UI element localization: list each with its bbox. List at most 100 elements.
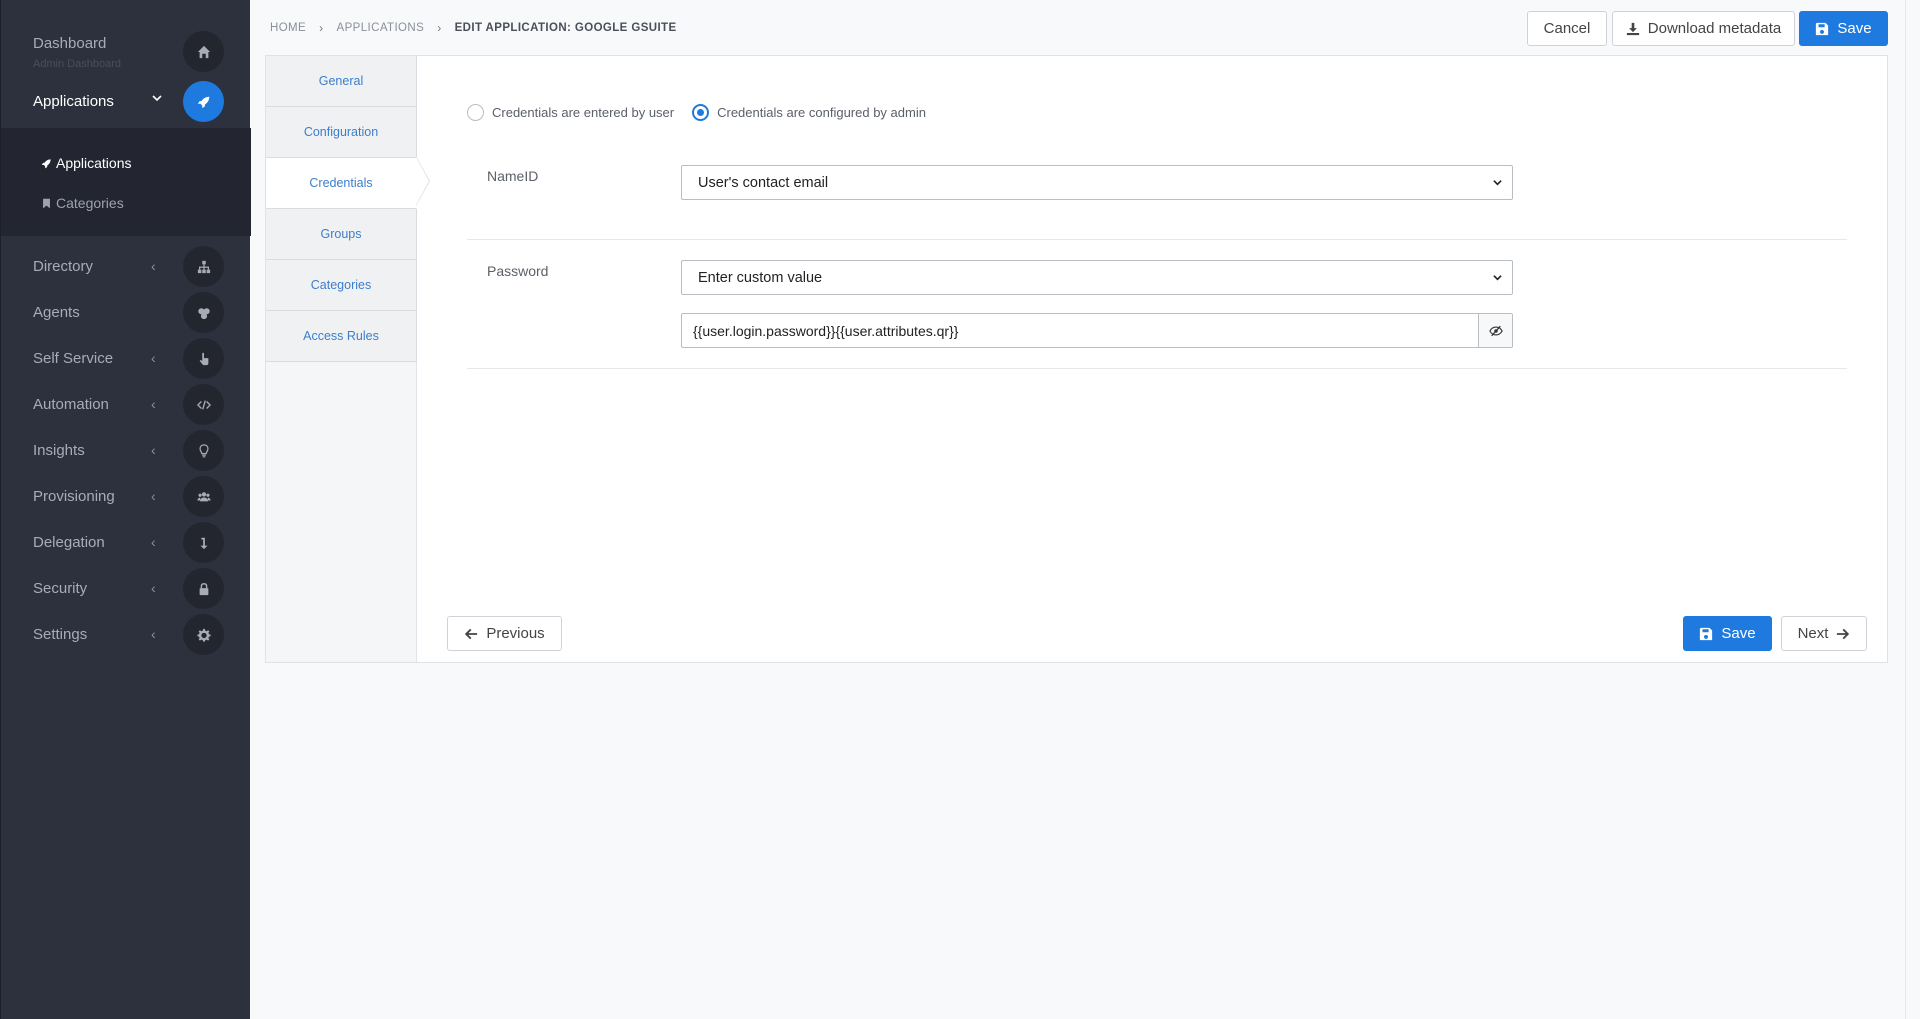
- save-button-label: Save: [1837, 20, 1872, 37]
- radio-button-checked[interactable]: [692, 104, 710, 121]
- previous-button-label: Previous: [486, 625, 545, 642]
- sidebar-item-insights[interactable]: Insights ‹: [1, 428, 251, 474]
- next-button[interactable]: Next: [1781, 616, 1867, 651]
- chevron-left-icon: ‹: [151, 488, 156, 504]
- section-divider: [467, 239, 1847, 240]
- sidebar: Dashboard Admin Dashboard Applications A…: [0, 0, 251, 1019]
- chevron-left-icon: ‹: [151, 626, 156, 642]
- sidebar-item-delegation[interactable]: Delegation ‹: [1, 520, 251, 566]
- nameid-label: NameID: [487, 168, 539, 184]
- floppy-disk-icon: [1700, 627, 1713, 640]
- breadcrumb-applications[interactable]: APPLICATIONS: [337, 22, 425, 34]
- breadcrumb: HOME › APPLICATIONS › EDIT APPLICATION: …: [270, 21, 677, 35]
- sidebar-item-label: Directory: [33, 258, 94, 275]
- lock-icon: [183, 568, 224, 609]
- floppy-disk-icon: [1816, 22, 1829, 35]
- sidebar-item-label: Security: [33, 580, 88, 597]
- chevron-left-icon: ‹: [151, 580, 156, 596]
- submenu-item-applications[interactable]: Applications: [41, 155, 132, 171]
- sidebar-item-self-service[interactable]: Self Service ‹: [1, 336, 251, 382]
- radio-entered-by-user[interactable]: Credentials are entered by user: [467, 104, 674, 121]
- cancel-button[interactable]: Cancel: [1527, 11, 1607, 46]
- tab-credentials[interactable]: Credentials: [266, 158, 417, 209]
- sidebar-item-settings[interactable]: Settings ‹: [1, 612, 251, 658]
- password-value-input[interactable]: {{user.login.password}}{{user.attributes…: [681, 313, 1513, 348]
- save-button-top[interactable]: Save: [1799, 11, 1888, 46]
- sidebar-item-label: Agents: [33, 304, 80, 321]
- radio-configured-by-admin[interactable]: Credentials are configured by admin: [692, 104, 926, 121]
- tab-general[interactable]: General: [266, 56, 417, 107]
- previous-button[interactable]: Previous: [447, 616, 562, 651]
- gear-icon: [183, 614, 224, 655]
- active-tab-arrow-inner: [416, 157, 429, 205]
- chevron-left-icon: ‹: [151, 442, 156, 458]
- chevron-left-icon: ‹: [151, 258, 156, 274]
- submenu-item-label: Applications: [56, 155, 132, 171]
- sidebar-item-label: Delegation: [33, 534, 105, 551]
- save-button-label: Save: [1721, 625, 1756, 642]
- sidebar-item-label: Insights: [33, 442, 85, 459]
- sidebar-item-applications[interactable]: Applications: [1, 79, 251, 125]
- password-label: Password: [487, 263, 549, 279]
- chevron-down-icon: [1493, 180, 1502, 186]
- breadcrumb-current: EDIT APPLICATION: GOOGLE GSUITE: [454, 22, 677, 34]
- tab-configuration[interactable]: Configuration: [266, 107, 417, 158]
- window-edge: [1905, 0, 1920, 1019]
- sitemap-icon: [183, 246, 224, 287]
- hand-pointer-icon: [183, 338, 224, 379]
- save-button-bottom[interactable]: Save: [1683, 616, 1772, 651]
- password-value-text[interactable]: {{user.login.password}}{{user.attributes…: [682, 314, 1478, 347]
- download-metadata-label: Download metadata: [1647, 20, 1782, 37]
- lightbulb-icon: [183, 430, 224, 471]
- sidebar-item-security[interactable]: Security ‹: [1, 566, 251, 612]
- sidebar-item-dashboard[interactable]: Dashboard Admin Dashboard: [1, 27, 251, 73]
- sidebar-item-automation[interactable]: Automation ‹: [1, 382, 251, 428]
- rocket-icon: [183, 81, 224, 122]
- tab-categories[interactable]: Categories: [266, 260, 417, 311]
- chevron-left-icon: ‹: [151, 350, 156, 366]
- password-mode-value: Enter custom value: [698, 269, 823, 286]
- wizard-tabs: General Configuration Credentials Groups…: [266, 56, 417, 662]
- chevron-right-icon: ›: [437, 21, 442, 35]
- toggle-visibility-button[interactable]: [1478, 314, 1512, 347]
- sidebar-item-label: Settings: [33, 626, 88, 643]
- breadcrumb-home[interactable]: HOME: [270, 22, 306, 34]
- tab-groups[interactable]: Groups: [266, 209, 417, 260]
- level-down-icon: [183, 522, 224, 563]
- edit-application-card: General Configuration Credentials Groups…: [265, 55, 1888, 663]
- nameid-select[interactable]: User's contact email: [681, 165, 1513, 200]
- tab-access-rules[interactable]: Access Rules: [266, 311, 417, 362]
- radio-button[interactable]: [467, 104, 484, 121]
- chevron-right-icon: ›: [319, 21, 324, 35]
- code-icon: [183, 384, 224, 425]
- sidebar-item-label: Dashboard: [33, 35, 107, 52]
- users-icon: [183, 476, 224, 517]
- credentials-mode-radios: Credentials are entered by user Credenti…: [467, 104, 926, 121]
- chevron-down-icon: [151, 91, 163, 107]
- agents-icon: [183, 292, 224, 333]
- arrow-left-icon: [465, 628, 478, 639]
- home-icon: [183, 31, 224, 72]
- radio-label: Credentials are entered by user: [492, 105, 675, 120]
- password-mode-select[interactable]: Enter custom value: [681, 260, 1513, 295]
- download-metadata-button[interactable]: Download metadata: [1612, 11, 1795, 46]
- submenu-item-categories[interactable]: Categories: [41, 195, 124, 211]
- sidebar-item-provisioning[interactable]: Provisioning ‹: [1, 474, 251, 520]
- sidebar-item-label: Applications: [33, 93, 114, 110]
- eye-slash-icon: [1488, 325, 1503, 336]
- download-icon: [1626, 22, 1639, 35]
- chevron-left-icon: ‹: [151, 396, 156, 412]
- applications-submenu: Applications Categories: [1, 128, 251, 236]
- submenu-item-label: Categories: [56, 195, 124, 211]
- radio-label: Credentials are configured by admin: [717, 105, 926, 120]
- sidebar-item-label: Provisioning: [33, 488, 115, 505]
- sidebar-item-agents[interactable]: Agents: [1, 290, 251, 336]
- sidebar-item-label: Automation: [33, 396, 109, 413]
- sidebar-item-label: Self Service: [33, 350, 114, 367]
- chevron-left-icon: ‹: [151, 534, 156, 550]
- bookmark-icon: [43, 198, 50, 208]
- rocket-icon: [41, 158, 51, 168]
- arrow-right-icon: [1837, 628, 1850, 639]
- sidebar-item-directory[interactable]: Directory ‹: [1, 244, 251, 290]
- sidebar-item-sublabel: Admin Dashboard: [33, 58, 122, 70]
